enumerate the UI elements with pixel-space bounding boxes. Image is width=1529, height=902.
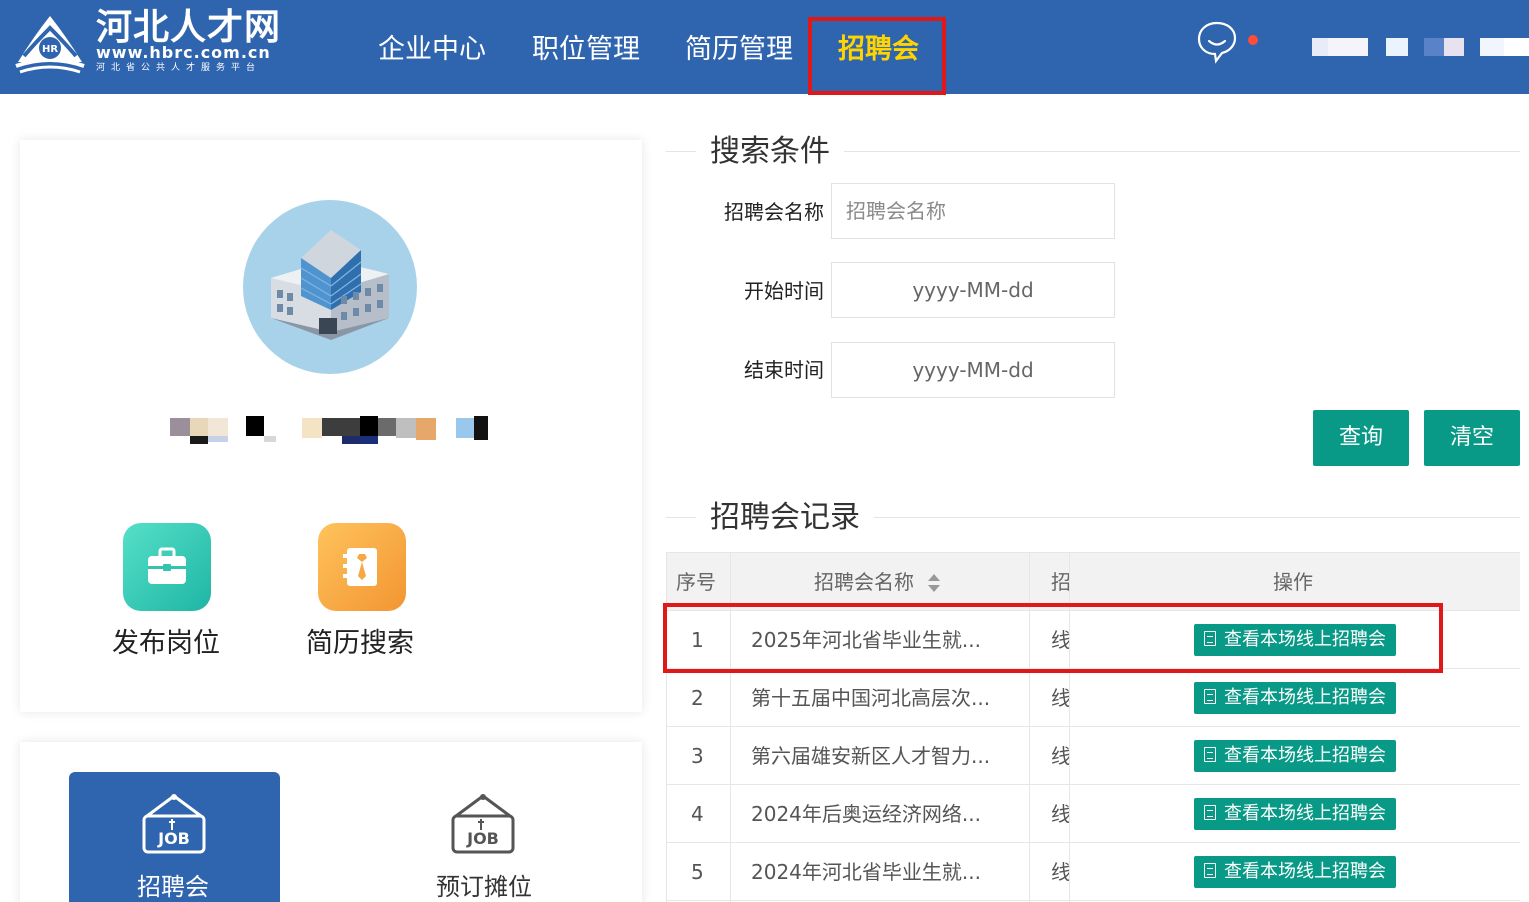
view-online-fair-label: 查看本场线上招聘会 xyxy=(1224,803,1386,824)
table-row[interactable]: 2 第十五届中国河北高层次... 线 查看本场线上招聘会 xyxy=(667,669,1520,727)
row-fair-type: 线 xyxy=(1051,686,1069,710)
query-button[interactable]: 查询 xyxy=(1313,410,1409,466)
view-online-fair-button[interactable]: 查看本场线上招聘会 xyxy=(1194,798,1396,830)
column-header-name-text: 招聘会名称 xyxy=(814,570,914,594)
nav-job-management[interactable]: 职位管理 xyxy=(532,30,640,70)
row-fair-name: 2024年后奥运经济网络... xyxy=(751,802,981,826)
site-logo[interactable]: HR 河北人才网 www.hbrc.com.cn 河北省公共人才服务平台 xyxy=(14,6,289,76)
nav-highlight-box xyxy=(808,17,946,95)
resume-search-button[interactable] xyxy=(318,523,406,611)
logo-badge-text: HR xyxy=(42,44,58,55)
chat-bubble-icon[interactable] xyxy=(1196,20,1238,64)
company-profile-card: 发布岗位 简历搜索 xyxy=(20,140,642,712)
sort-icon[interactable] xyxy=(928,573,940,594)
job-sign-icon[interactable]: JOB xyxy=(448,792,518,856)
end-date-label: 结束时间 xyxy=(744,358,824,382)
document-icon xyxy=(1204,863,1216,878)
view-online-fair-label: 查看本场线上招聘会 xyxy=(1224,687,1386,708)
logo-people-icon: HR xyxy=(15,16,85,74)
view-online-fair-label: 查看本场线上招聘会 xyxy=(1224,861,1386,882)
resume-icon xyxy=(343,548,377,586)
row-index: 2 xyxy=(691,686,704,710)
document-icon xyxy=(1204,689,1216,704)
row-index: 5 xyxy=(691,860,704,884)
resume-search-label[interactable]: 简历搜索 xyxy=(306,626,414,662)
search-section-title: 搜索条件 xyxy=(696,132,844,172)
row-fair-type: 线 xyxy=(1051,744,1069,768)
row-fair-type: 线 xyxy=(1051,802,1069,826)
tab-job-fair-label: 招聘会 xyxy=(137,873,209,901)
job-sign-text: JOB xyxy=(157,829,190,848)
table-row[interactable]: 5 2024年河北省毕业生就... 线 查看本场线上招聘会 xyxy=(667,843,1520,901)
post-job-label[interactable]: 发布岗位 xyxy=(112,626,220,662)
start-date-label: 开始时间 xyxy=(744,279,824,303)
end-date-input[interactable] xyxy=(831,342,1115,398)
nav-resume-management[interactable]: 简历管理 xyxy=(685,30,793,70)
row-fair-type: 线 xyxy=(1051,860,1069,884)
fair-name-label: 招聘会名称 xyxy=(724,200,824,224)
row-fair-name: 第十五届中国河北高层次... xyxy=(751,686,991,710)
briefcase-icon xyxy=(148,547,186,584)
tab-book-booth-label[interactable]: 预订摊位 xyxy=(436,872,532,902)
row-index: 4 xyxy=(691,802,704,826)
office-building-icon xyxy=(271,230,389,340)
row-highlight-box xyxy=(663,603,1443,673)
job-sign-icon: JOB xyxy=(142,794,206,854)
job-sign-text: JOB xyxy=(466,829,499,848)
view-online-fair-button[interactable]: 查看本场线上招聘会 xyxy=(1194,740,1396,772)
job-fair-menu-card: JOB 招聘会 JOB 预订摊位 xyxy=(20,742,642,902)
row-fair-name: 2024年河北省毕业生就... xyxy=(751,860,981,884)
logo-title: 河北人才网 xyxy=(96,7,282,48)
notification-dot xyxy=(1248,35,1258,45)
nav-enterprise-center[interactable]: 企业中心 xyxy=(378,30,486,70)
table-row[interactable]: 4 2024年后奥运经济网络... 线 查看本场线上招聘会 xyxy=(667,785,1520,843)
records-section-title: 招聘会记录 xyxy=(696,498,874,538)
document-icon xyxy=(1204,805,1216,820)
fair-name-input[interactable] xyxy=(831,183,1115,239)
post-job-button[interactable] xyxy=(123,523,211,611)
table-row[interactable]: 3 第六届雄安新区人才智力... 线 查看本场线上招聘会 xyxy=(667,727,1520,785)
start-date-input[interactable] xyxy=(831,262,1115,318)
top-header: HR 河北人才网 www.hbrc.com.cn 河北省公共人才服务平台 企业中… xyxy=(0,0,1529,95)
tab-job-fair[interactable]: JOB 招聘会 xyxy=(69,772,280,902)
user-account-blurred[interactable] xyxy=(1300,38,1529,58)
logo-url: www.hbrc.com.cn xyxy=(96,43,271,62)
company-name-blurred xyxy=(170,416,500,448)
view-online-fair-button[interactable]: 查看本场线上招聘会 xyxy=(1194,856,1396,888)
clear-button[interactable]: 清空 xyxy=(1424,410,1520,466)
view-online-fair-button[interactable]: 查看本场线上招聘会 xyxy=(1194,682,1396,714)
view-online-fair-label: 查看本场线上招聘会 xyxy=(1224,745,1386,766)
logo-subtitle: 河北省公共人才服务平台 xyxy=(96,63,262,73)
row-index: 3 xyxy=(691,744,704,768)
company-avatar[interactable] xyxy=(243,200,417,374)
row-fair-name: 第六届雄安新区人才智力... xyxy=(751,744,991,768)
document-icon xyxy=(1204,747,1216,762)
